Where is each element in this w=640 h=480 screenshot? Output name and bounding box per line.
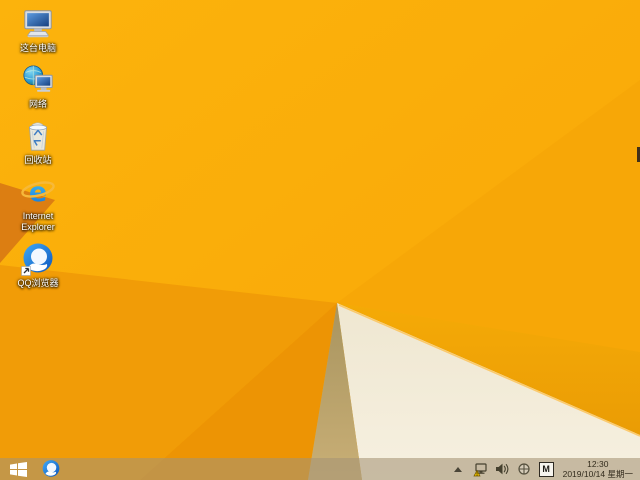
desktop-icon-label: QQ浏览器	[17, 278, 59, 288]
chevron-up-icon	[454, 466, 463, 472]
ime-indicator[interactable]: M	[538, 461, 554, 477]
speaker-icon	[496, 463, 509, 475]
qq-browser-icon	[42, 460, 60, 477]
show-hidden-icons-button[interactable]	[451, 461, 466, 477]
taskbar: M 12:30 2019/10/14 星期一	[0, 458, 640, 480]
desktop-icon-internet-explorer[interactable]: e Internet Explorer	[2, 172, 74, 237]
desktop-icon-label: 这台电脑	[19, 43, 56, 53]
network-warning-icon	[473, 462, 487, 476]
recycle-bin-icon	[20, 118, 56, 154]
clock-date: 2019/10/14 星期一	[562, 469, 633, 479]
network-icon	[20, 62, 56, 98]
qq-browser-icon	[20, 241, 56, 277]
internet-explorer-icon: e	[20, 174, 56, 210]
volume-tray-icon[interactable]	[495, 461, 510, 477]
system-tray: M 12:30 2019/10/14 星期一	[451, 458, 635, 480]
crosshair-circle-icon	[518, 463, 530, 475]
wallpaper	[0, 0, 640, 480]
desktop-icon-network[interactable]: 网络	[2, 60, 74, 114]
start-button[interactable]	[0, 458, 36, 480]
desktop-icon-recycle-bin[interactable]: 回收站	[2, 116, 74, 170]
this-pc-icon	[20, 6, 56, 42]
clock-time: 12:30	[587, 459, 609, 469]
network-status-tray-icon[interactable]	[473, 461, 488, 477]
desktop[interactable]: 这台电脑 网络 回收站 e Internet Explorer QQ浏览器 M …	[0, 0, 640, 480]
taskbar-pinned-qq-browser[interactable]	[36, 458, 66, 480]
safely-remove-hardware-tray-icon[interactable]	[517, 461, 532, 477]
desktop-icon-label: 网络	[28, 99, 47, 109]
desktop-icon-this-pc[interactable]: 这台电脑	[2, 4, 74, 58]
desktop-icon-qq-browser[interactable]: QQ浏览器	[2, 239, 74, 293]
desktop-icon-column: 这台电脑 网络 回收站 e Internet Explorer QQ浏览器	[2, 4, 74, 295]
desktop-icon-label: 回收站	[24, 155, 52, 165]
taskbar-clock[interactable]: 12:30 2019/10/14 星期一	[561, 459, 635, 479]
windows-logo-icon	[9, 461, 27, 477]
desktop-icon-label: Internet Explorer	[21, 211, 55, 232]
